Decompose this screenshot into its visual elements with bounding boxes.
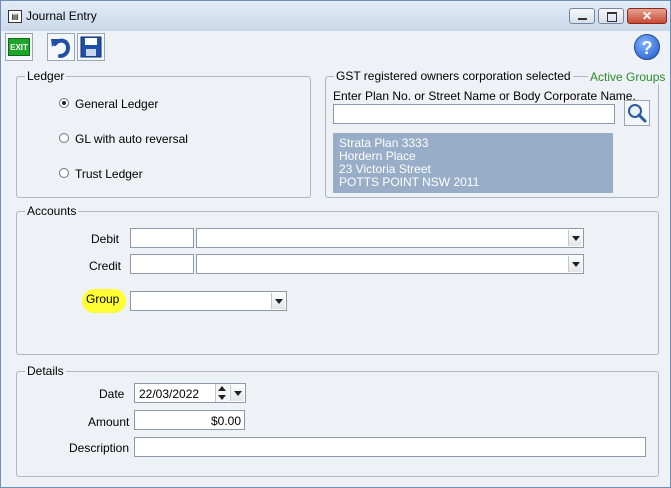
maximize-icon [607,12,617,22]
radio-button[interactable] [59,133,69,143]
plan-search-input[interactable] [333,104,615,124]
credit-account-code-input[interactable] [130,254,194,274]
selected-plan-address: Strata Plan 3333 Hordern Place 23 Victor… [333,133,613,193]
search-button[interactable] [624,100,650,126]
chevron-down-icon[interactable] [230,385,244,401]
search-icon [628,104,647,123]
radio-button[interactable] [59,168,69,178]
close-button[interactable]: ✕ [627,8,667,24]
chevron-down-icon[interactable] [271,293,285,309]
active-groups-link[interactable]: Active Groups [588,70,668,84]
app-icon: ▤ [8,10,22,23]
ledger-group-label: Ledger [25,69,67,83]
date-picker[interactable]: 22/03/2022 [134,383,246,403]
chevron-down-icon[interactable] [568,256,582,272]
exit-button[interactable]: EXIT [5,33,33,61]
gst-group-label: GST registered owners corporation select… [334,69,573,83]
save-button[interactable] [77,33,105,61]
address-line: POTTS POINT NSW 2011 [339,175,480,189]
plan-search-label: Enter Plan No. or Street Name or Body Co… [333,89,636,103]
undo-button[interactable] [47,33,75,61]
amount-label: Amount [88,415,130,429]
description-label: Description [69,441,130,455]
window-title: Journal Entry [26,9,97,23]
spin-down-icon[interactable] [218,395,226,400]
credit-label: Credit [89,259,122,273]
debit-account-code-input[interactable] [130,228,194,248]
undo-icon [51,38,71,58]
description-input[interactable] [134,437,646,457]
title-bar[interactable]: ▤ Journal Entry ✕ [1,1,670,31]
minimize-icon [578,18,587,20]
radio-label: General Ledger [75,97,159,111]
debit-label: Debit [91,232,120,246]
minimize-button[interactable] [569,8,595,24]
close-icon: ✕ [641,9,653,23]
date-spinner[interactable] [215,384,229,402]
chevron-down-icon[interactable] [568,230,582,246]
debit-account-dropdown[interactable] [196,228,584,248]
radio-button[interactable] [59,98,69,108]
radio-label: GL with auto reversal [75,132,188,146]
group-dropdown[interactable] [130,291,287,311]
amount-input[interactable]: $0.00 [134,410,245,430]
spin-up-icon[interactable] [218,386,226,391]
maximize-button[interactable] [598,8,624,24]
exit-icon: EXIT [8,38,30,56]
date-label: Date [99,387,125,401]
help-icon[interactable]: ? [634,34,660,60]
journal-entry-window: ▤ Journal Entry ✕ EXIT ? Ledger General … [0,0,671,488]
radio-label: Trust Ledger [75,167,143,181]
accounts-group-label: Accounts [25,204,79,218]
credit-account-dropdown[interactable] [196,254,584,274]
group-label: Group [86,292,120,306]
details-group-label: Details [25,364,66,378]
save-icon [80,36,102,58]
date-value: 22/03/2022 [139,387,200,401]
